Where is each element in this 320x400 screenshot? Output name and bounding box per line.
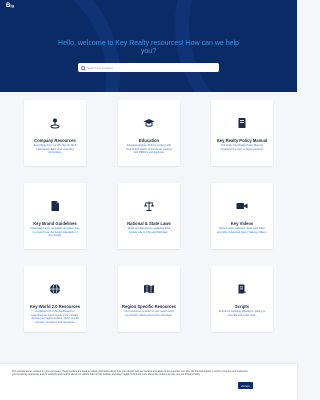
- card-scripts[interactable]: Scripts Scripts for handling objections,…: [211, 266, 273, 332]
- script-icon: [235, 282, 249, 295]
- card-title: Key World 2.0 Resources: [29, 304, 81, 309]
- cookie-notice-text: This website stores cookies on your comp…: [12, 370, 248, 377]
- card-brand-guidelines[interactable]: Key Brand Guidelines Download Logos, tem…: [24, 183, 86, 249]
- card-description: Download Logos, templates and learn how …: [30, 227, 80, 238]
- scales-icon: [142, 199, 156, 212]
- video-icon: [235, 199, 249, 212]
- card-description: Rules and Resources regarding Real Estat…: [127, 227, 171, 234]
- search-input[interactable]: [87, 64, 207, 71]
- document-icon: [48, 199, 62, 212]
- card-key-videos[interactable]: Key Videos Recent team webinars, Team Hu…: [211, 183, 273, 249]
- card-title: Scripts: [234, 304, 250, 309]
- card-title: Key Realty Policy Manual: [216, 138, 268, 143]
- card-region-resources[interactable]: Region Specific Resources Find resources…: [118, 266, 180, 332]
- card-title: Company Resources: [34, 138, 76, 143]
- graduation-cap-icon: [142, 116, 156, 129]
- card-title: Key Brand Guidelines: [33, 221, 77, 226]
- card-national-state-laws[interactable]: National & State Laws Rules and Resource…: [118, 183, 180, 249]
- card-description: Everything from our W9, Tax ID, MLS Info…: [33, 144, 77, 155]
- search-icon: [81, 65, 85, 70]
- card-description: Scripts for handling objections, talking…: [218, 310, 266, 317]
- card-description: Educational How-To from working with buy…: [126, 144, 172, 155]
- card-title: Education: [138, 138, 160, 143]
- accept-cookies-button[interactable]: Accept: [238, 382, 253, 389]
- card-title: Region Specific Resources: [122, 304, 176, 309]
- card-company-resources[interactable]: Company Resources Everything from our W9…: [24, 100, 86, 166]
- card-title: Key Videos: [230, 221, 254, 226]
- globe-icon: [48, 282, 62, 295]
- logo[interactable]: Blg: [6, 3, 14, 9]
- card-description: The entire Key Realty Policy Manual. Org…: [220, 144, 264, 151]
- card-key-world-resources[interactable]: Key World 2.0 Resources KeyWorld 2.0 is …: [24, 266, 86, 332]
- card-description: KeyWorld 2.0 is the dashboard for everyt…: [31, 310, 79, 324]
- hero-banner: Blg Hello, welcome to Key Realty resourc…: [0, 0, 297, 92]
- search-box[interactable]: [78, 63, 219, 72]
- page-title: Hello, welcome to Key Realty resources! …: [58, 40, 239, 55]
- book-icon: [235, 116, 249, 129]
- card-description: Find resources specific to your region s…: [124, 310, 174, 317]
- map-icon: [142, 282, 156, 295]
- cookie-banner: This website stores cookies on your comp…: [0, 364, 297, 400]
- card-policy-manual[interactable]: Key Realty Policy Manual The entire Key …: [211, 100, 273, 166]
- card-description: Recent team webinars, Team Hub Talks and…: [217, 227, 267, 234]
- card-title: National & State Laws: [127, 221, 171, 226]
- user-pin-icon: [48, 116, 62, 129]
- card-education[interactable]: Education Educational How-To from workin…: [118, 100, 180, 166]
